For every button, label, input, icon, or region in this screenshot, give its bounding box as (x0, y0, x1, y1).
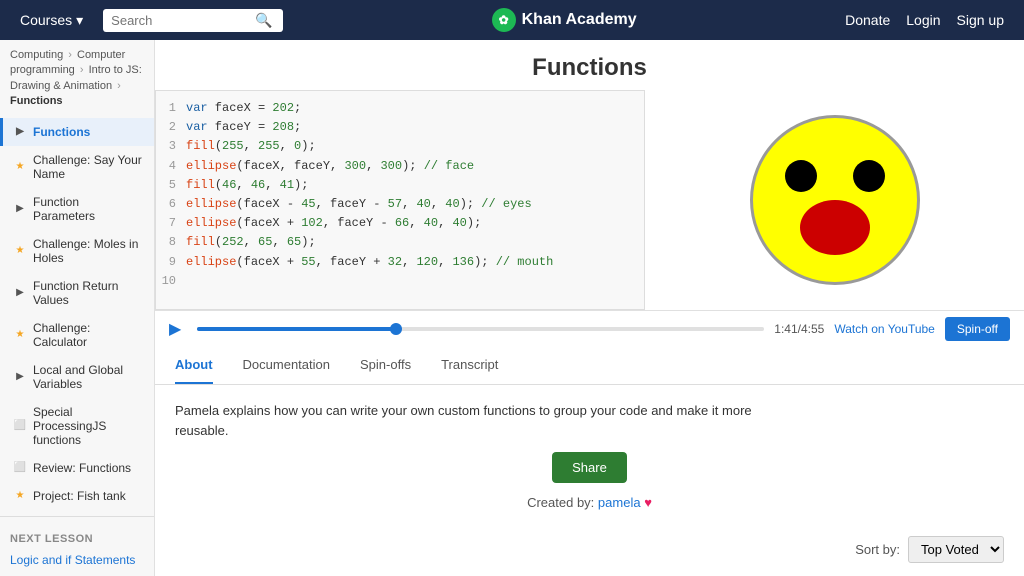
site-logo: ✿ Khan Academy (303, 8, 825, 32)
navbar-right: Donate Login Sign up (845, 12, 1004, 28)
sidebar-icon-2: ▶ (13, 202, 27, 216)
share-button[interactable]: Share (552, 452, 627, 483)
time-current: 1:41 (774, 322, 797, 336)
mouth (800, 200, 870, 255)
created-by: Created by: pamela ♥ (175, 495, 1004, 510)
watch-youtube-link[interactable]: Watch on YouTube (834, 322, 935, 336)
sidebar-item-7[interactable]: ⬜ Special ProcessingJS functions (0, 398, 154, 454)
about-description: Pamela explains how you can write your o… (175, 401, 775, 440)
sort-label: Sort by: (855, 542, 900, 557)
sidebar-icon-6: ▶ (13, 370, 27, 384)
sidebar-item-1[interactable]: ★ Challenge: Say Your Name (0, 146, 154, 188)
code-line-3: 3fill(255, 255, 0); (156, 137, 644, 156)
sidebar-item-8[interactable]: ⬜ Review: Functions (0, 454, 154, 482)
sidebar-item-4[interactable]: ▶ Function Return Values (0, 272, 154, 314)
next-lesson-label: Next lesson (0, 523, 154, 549)
sidebar-label-5: Challenge: Calculator (33, 321, 144, 349)
video-section: 1var faceX = 202;2var faceY = 208;3fill(… (155, 90, 1024, 310)
signup-link[interactable]: Sign up (957, 12, 1004, 28)
courses-chevron: ▾ (76, 12, 83, 29)
sidebar-icon-1: ★ (13, 160, 27, 174)
code-line-8: 8fill(252, 65, 65); (156, 233, 644, 252)
sidebar-label-0: Functions (33, 125, 90, 139)
sidebar-item-2[interactable]: ▶ Function Parameters (0, 188, 154, 230)
sidebar-label-7: Special ProcessingJS functions (33, 405, 144, 447)
heart-icon: ♥ (644, 495, 652, 510)
logo-text: Khan Academy (522, 11, 637, 29)
progress-thumb (390, 323, 402, 335)
sidebar-item-3[interactable]: ★ Challenge: Moles in Holes (0, 230, 154, 272)
next-lesson-name[interactable]: Logic and if Statements (0, 549, 154, 571)
courses-menu[interactable]: Courses ▾ (20, 12, 83, 29)
spin-off-button[interactable]: Spin-off (945, 317, 1010, 341)
tab-documentation[interactable]: Documentation (243, 347, 330, 384)
code-line-7: 7ellipse(faceX + 102, faceY - 66, 40, 40… (156, 214, 644, 233)
sidebar-label-2: Function Parameters (33, 195, 144, 223)
sidebar-label-3: Challenge: Moles in Holes (33, 237, 144, 265)
login-link[interactable]: Login (906, 12, 940, 28)
sidebar-item-9[interactable]: ★ Project: Fish tank (0, 482, 154, 510)
main-layout: Computing › Computer programming › Intro… (0, 40, 1024, 576)
sidebar-items: ▶ Functions ★ Challenge: Say Your Name ▶ Func… (0, 118, 154, 510)
sidebar-icon-8: ⬜ (13, 461, 27, 475)
sidebar-icon-3: ★ (13, 244, 27, 258)
sidebar-divider (0, 516, 154, 517)
code-line-6: 6ellipse(faceX - 45, faceY - 57, 40, 40)… (156, 195, 644, 214)
sidebar-item-5[interactable]: ★ Challenge: Calculator (0, 314, 154, 356)
donate-button[interactable]: Donate (845, 12, 890, 28)
sidebar-icon-7: ⬜ (13, 419, 27, 433)
logo-icon: ✿ (492, 8, 516, 32)
sort-select[interactable]: Top VotedRecentOldest (908, 536, 1004, 563)
tab-transcript[interactable]: Transcript (441, 347, 498, 384)
breadcrumb-current: Functions (10, 95, 63, 107)
sidebar-label-6: Local and Global Variables (33, 363, 144, 391)
sidebar-label-1: Challenge: Say Your Name (33, 153, 144, 181)
tab-about[interactable]: About (175, 347, 213, 384)
code-panel: 1var faceX = 202;2var faceY = 208;3fill(… (155, 90, 645, 310)
sidebar-item-6[interactable]: ▶ Local and Global Variables (0, 356, 154, 398)
about-section: Pamela explains how you can write your o… (155, 385, 1024, 526)
code-line-1: 1var faceX = 202; (156, 99, 644, 118)
progress-bar[interactable] (197, 327, 764, 331)
time-total: 4:55 (801, 322, 824, 336)
code-line-10: 10 (156, 272, 644, 291)
tab-spin-offs[interactable]: Spin-offs (360, 347, 411, 384)
smiley-face-container (750, 115, 920, 285)
sidebar-label-4: Function Return Values (33, 279, 144, 307)
sidebar: Computing › Computer programming › Intro… (0, 40, 155, 576)
code-line-4: 4ellipse(faceX, faceY, 300, 300); // fac… (156, 157, 644, 176)
video-controls: ▶ 1:41/4:55 Watch on YouTube Spin-off (155, 310, 1024, 347)
tabs-section: About Documentation Spin-offs Transcript (155, 347, 1024, 385)
sidebar-icon-4: ▶ (13, 286, 27, 300)
sort-row: Sort by: Top VotedRecentOldest (155, 526, 1024, 573)
sidebar-label-8: Review: Functions (33, 461, 131, 475)
search-icon: 🔍 (255, 12, 272, 29)
sidebar-label-9: Project: Fish tank (33, 489, 126, 503)
search-input[interactable] (111, 13, 251, 28)
sidebar-icon-5: ★ (13, 328, 27, 342)
courses-label: Courses (20, 12, 72, 28)
sidebar-item-0[interactable]: ▶ Functions (0, 118, 154, 146)
code-line-2: 2var faceY = 208; (156, 118, 644, 137)
author-link[interactable]: pamela (598, 495, 641, 510)
breadcrumb: Computing › Computer programming › Intro… (0, 40, 154, 118)
play-button[interactable]: ▶ (169, 320, 187, 338)
left-eye (785, 160, 817, 192)
code-line-5: 5fill(46, 46, 41); (156, 176, 644, 195)
content-area: Functions 1var faceX = 202;2var faceY = … (155, 40, 1024, 576)
preview-panel (645, 90, 1024, 310)
right-eye (853, 160, 885, 192)
search-box[interactable]: 🔍 (103, 9, 283, 32)
page-title: Functions (155, 40, 1024, 90)
sidebar-icon-0: ▶ (13, 125, 27, 139)
breadcrumb-computing[interactable]: Computing (10, 49, 63, 61)
created-by-label: Created by: (527, 495, 594, 510)
time-display: 1:41/4:55 (774, 322, 824, 336)
progress-bar-fill (197, 327, 396, 331)
code-line-9: 9ellipse(faceX + 55, faceY + 32, 120, 13… (156, 253, 644, 272)
sidebar-icon-9: ★ (13, 489, 27, 503)
navbar: Courses ▾ 🔍 ✿ Khan Academy Donate Login … (0, 0, 1024, 40)
